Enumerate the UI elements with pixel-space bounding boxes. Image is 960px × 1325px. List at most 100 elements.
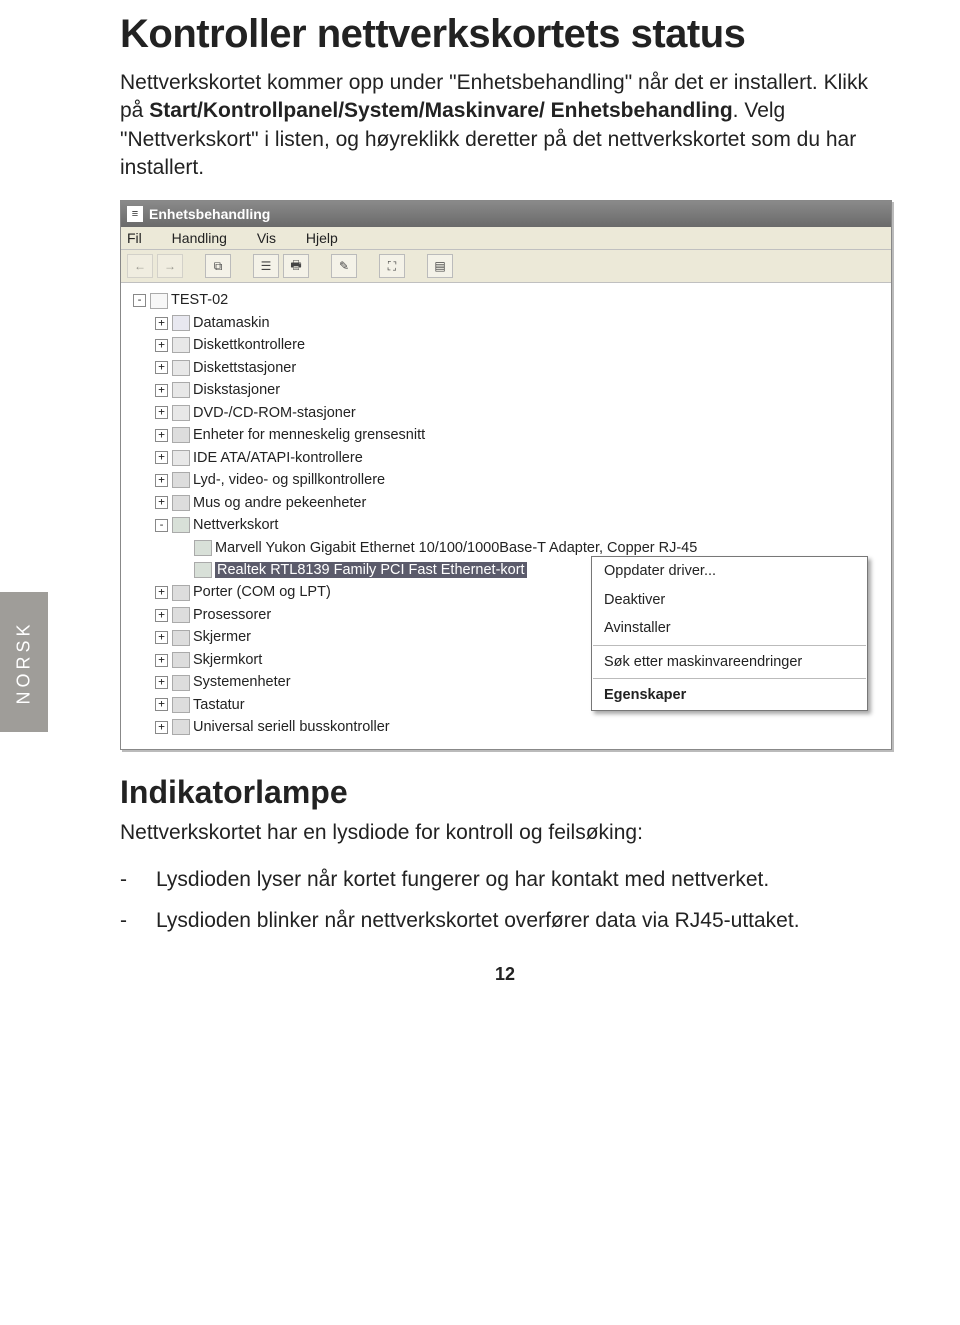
bullet-list: -Lysdioden lyser når kortet fungerer og … <box>120 865 890 936</box>
menu-hjelp[interactable]: Hjelp <box>306 230 338 246</box>
toolbar-btn-2[interactable]: ☰ <box>253 254 279 278</box>
device-tree: -TEST-02 +Datamaskin +Diskettkontrollere… <box>121 283 891 748</box>
device-icon <box>172 630 190 646</box>
tree-node[interactable]: + DVD-/CD-ROM-stasjoner <box>155 402 887 424</box>
expand-icon[interactable]: + <box>155 676 168 689</box>
node-label: Datamaskin <box>193 315 270 331</box>
forward-button[interactable]: → <box>157 254 183 278</box>
tree-node[interactable]: + Lyd-, video- og spillkontrollere <box>155 469 887 491</box>
toolbar-btn-1[interactable]: ⧉ <box>205 254 231 278</box>
bullet-text: Lysdioden blinker når nettverkskortet ov… <box>156 906 800 935</box>
expand-icon[interactable]: + <box>155 317 168 330</box>
node-label: Systemenheter <box>193 674 291 690</box>
node-label: Diskettstasjoner <box>193 360 296 376</box>
device-icon <box>172 472 190 488</box>
node-label: Skjermer <box>193 629 251 645</box>
menu-vis[interactable]: Vis <box>257 230 276 246</box>
tree-node[interactable]: + IDE ATA/ATAPI-kontrollere <box>155 447 887 469</box>
device-icon <box>172 360 190 376</box>
node-label: DVD-/CD-ROM-stasjoner <box>193 405 356 421</box>
tree-node[interactable]: + Datamaskin <box>155 312 887 334</box>
device-icon <box>172 495 190 511</box>
intro-bold-path: Start/Kontrollpanel/System/Maskinvare/ E… <box>149 99 732 122</box>
node-label: IDE ATA/ATAPI-kontrollere <box>193 450 363 466</box>
expand-icon[interactable]: + <box>155 429 168 442</box>
device-icon <box>172 719 190 735</box>
section-heading: Indikatorlampe <box>120 774 890 811</box>
context-menu: Oppdater driver... Deaktiver Avinstaller… <box>591 556 868 710</box>
tree-node[interactable]: + Enheter for menneskelig grensesnitt <box>155 424 887 446</box>
collapse-icon[interactable]: - <box>133 294 146 307</box>
collapse-icon[interactable]: - <box>155 519 168 532</box>
network-adapter-icon <box>172 517 190 533</box>
node-label-selected: Realtek RTL8139 Family PCI Fast Ethernet… <box>215 562 527 578</box>
node-label: Marvell Yukon Gigabit Ethernet 10/100/10… <box>215 540 697 556</box>
node-label: Diskettkontrollere <box>193 337 305 353</box>
device-icon <box>172 337 190 353</box>
network-adapter-icon <box>194 540 212 556</box>
expand-icon[interactable]: + <box>155 339 168 352</box>
node-label: Universal seriell busskontroller <box>193 719 390 735</box>
device-icon <box>172 652 190 668</box>
window-title: Enhetsbehandling <box>149 206 270 222</box>
toolbar: ← → ⧉ ☰ 🖶 ✎ ⛶ ▤ <box>121 250 891 283</box>
expand-icon[interactable]: + <box>155 406 168 419</box>
node-label: Tastatur <box>193 697 245 713</box>
expand-icon[interactable]: + <box>155 384 168 397</box>
ctx-uninstall[interactable]: Avinstaller <box>592 614 867 642</box>
tree-node[interactable]: + Diskstasjoner <box>155 379 887 401</box>
bullet-item: -Lysdioden blinker når nettverkskortet o… <box>120 906 890 935</box>
expand-icon[interactable]: + <box>155 451 168 464</box>
bullet-dash: - <box>120 865 156 894</box>
ctx-update-driver[interactable]: Oppdater driver... <box>592 557 867 585</box>
expand-icon[interactable]: + <box>155 631 168 644</box>
expand-icon[interactable]: + <box>155 721 168 734</box>
page-number: 12 <box>120 964 890 985</box>
expand-icon[interactable]: + <box>155 586 168 599</box>
device-icon <box>172 585 190 601</box>
node-label: Prosessorer <box>193 607 271 623</box>
toolbar-btn-3[interactable]: 🖶 <box>283 254 309 278</box>
intro-paragraph: Nettverkskortet kommer opp under "Enhets… <box>120 69 890 182</box>
network-adapter-icon <box>194 562 212 578</box>
window-icon: ≡ <box>127 206 143 222</box>
node-label: Lyd-, video- og spillkontrollere <box>193 472 385 488</box>
node-label: Mus og andre pekeenheter <box>193 495 366 511</box>
ctx-properties[interactable]: Egenskaper <box>592 681 867 709</box>
ctx-separator <box>593 678 866 679</box>
node-label: Diskstasjoner <box>193 382 280 398</box>
node-label: Enheter for menneskelig grensesnitt <box>193 427 425 443</box>
tree-node[interactable]: + Universal seriell busskontroller <box>155 716 887 738</box>
node-label: Nettverkskort <box>193 517 278 533</box>
bullet-dash: - <box>120 906 156 935</box>
page-title: Kontroller nettverkskortets status <box>120 12 890 57</box>
toolbar-btn-6[interactable]: ▤ <box>427 254 453 278</box>
expand-icon[interactable]: + <box>155 474 168 487</box>
device-icon <box>172 405 190 421</box>
ctx-scan-hardware[interactable]: Søk etter maskinvareendringer <box>592 648 867 676</box>
tree-node[interactable]: + Diskettkontrollere <box>155 334 887 356</box>
ctx-separator <box>593 645 866 646</box>
tree-node[interactable]: + Mus og andre pekeenheter <box>155 492 887 514</box>
menu-bar: Fil Handling Vis Hjelp <box>121 227 891 250</box>
node-label: Skjermkort <box>193 652 262 668</box>
ctx-disable[interactable]: Deaktiver <box>592 586 867 614</box>
toolbar-btn-4[interactable]: ✎ <box>331 254 357 278</box>
language-tab: NORSK <box>0 592 48 732</box>
tree-node[interactable]: + Diskettstasjoner <box>155 357 887 379</box>
expand-icon[interactable]: + <box>155 609 168 622</box>
expand-icon[interactable]: + <box>155 654 168 667</box>
device-icon <box>172 427 190 443</box>
computer-icon <box>150 293 168 309</box>
expand-icon[interactable]: + <box>155 361 168 374</box>
language-tab-label: NORSK <box>14 620 35 704</box>
expand-icon[interactable]: + <box>155 698 168 711</box>
bullet-item: -Lysdioden lyser når kortet fungerer og … <box>120 865 890 894</box>
menu-handling[interactable]: Handling <box>172 230 227 246</box>
menu-fil[interactable]: Fil <box>127 230 142 246</box>
expand-icon[interactable]: + <box>155 496 168 509</box>
toolbar-btn-5[interactable]: ⛶ <box>379 254 405 278</box>
device-icon <box>172 607 190 623</box>
device-icon <box>172 697 190 713</box>
back-button[interactable]: ← <box>127 254 153 278</box>
